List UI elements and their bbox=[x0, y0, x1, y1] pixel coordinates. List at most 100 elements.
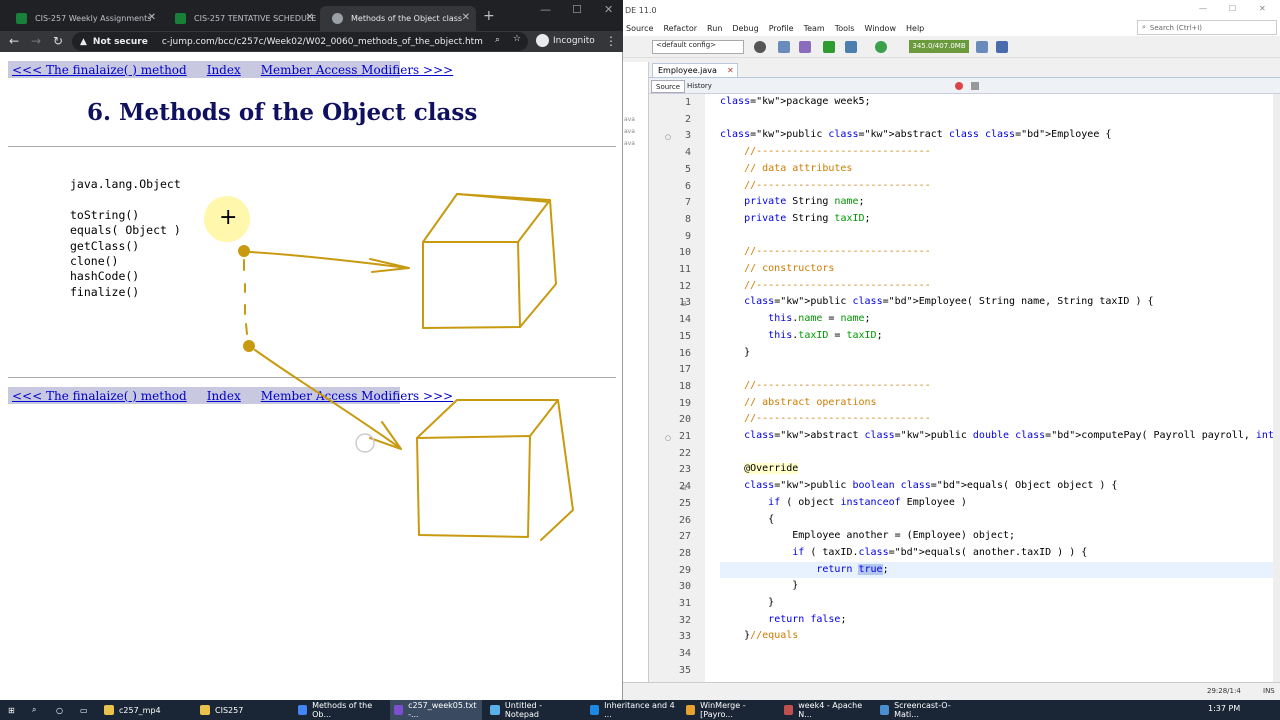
editor-file-tab[interactable]: Employee.java ✕ bbox=[652, 63, 738, 77]
code-line[interactable]: this.name = name; bbox=[720, 311, 870, 328]
record-macro-icon[interactable] bbox=[955, 82, 963, 90]
taskbar-app-button[interactable]: WinMerge - [Payro... bbox=[682, 700, 774, 720]
project-item[interactable]: ava bbox=[624, 140, 635, 147]
taskbar-app-button[interactable]: Methods of the Ob... bbox=[294, 700, 386, 720]
code-line[interactable]: //----------------------------- bbox=[720, 178, 931, 195]
code-line[interactable]: class="kw">package week5; bbox=[720, 94, 871, 111]
fold-icon[interactable]: ⊟ bbox=[681, 300, 689, 308]
forward-arrow-icon[interactable]: → bbox=[31, 34, 41, 48]
fold-icon[interactable]: ⊟ bbox=[681, 484, 689, 492]
menu-item-profile[interactable]: Profile bbox=[769, 24, 794, 33]
code-line[interactable]: class="kw">public class="kw">abstract cl… bbox=[720, 127, 1111, 144]
code-line[interactable]: //----------------------------- bbox=[720, 144, 931, 161]
taskbar-app-button[interactable]: Screencast-O-Mati... bbox=[876, 700, 968, 720]
code-line[interactable]: }//equals bbox=[720, 628, 798, 645]
address-bar[interactable]: ▲ Not secure c-jump.com/bcc/c257c/Week02… bbox=[72, 32, 528, 51]
taskbar-app-button[interactable]: CIS257 bbox=[196, 700, 288, 720]
override-marker-icon[interactable]: ○ bbox=[665, 133, 673, 141]
taskbar-app-button[interactable]: c257_mp4 bbox=[100, 700, 192, 720]
tab-methods-object-class[interactable]: Methods of the Object class ✕ bbox=[320, 6, 476, 31]
tab-weekly-assignments[interactable]: CIS-257 Weekly Assignments ✕ bbox=[4, 6, 162, 31]
menu-item-refactor[interactable]: Refactor bbox=[663, 24, 697, 33]
taskbar-app-button[interactable]: Inheritance and 4 ... bbox=[586, 700, 678, 720]
code-line[interactable]: //----------------------------- bbox=[720, 411, 931, 428]
code-line[interactable]: class="kw">abstract class="kw">public do… bbox=[720, 428, 1273, 445]
back-arrow-icon[interactable]: ← bbox=[9, 34, 19, 48]
build-icon[interactable] bbox=[778, 41, 790, 53]
run-icon[interactable] bbox=[823, 41, 835, 53]
close-tab-icon[interactable]: ✕ bbox=[462, 12, 470, 23]
ide-search-input[interactable]: ⌕ Search (Ctrl+I) bbox=[1137, 20, 1277, 35]
gc-icon[interactable] bbox=[976, 41, 988, 53]
taskbar-app-button[interactable]: Untitled - Notepad bbox=[486, 700, 578, 720]
debug-icon[interactable] bbox=[845, 41, 857, 53]
zoom-icon[interactable]: ⌕ bbox=[495, 35, 500, 45]
editor-scrollbar[interactable] bbox=[1273, 94, 1280, 682]
project-icon[interactable] bbox=[754, 41, 766, 53]
code-line[interactable]: // data attributes bbox=[720, 161, 852, 178]
search-icon[interactable]: ⌕ bbox=[28, 700, 48, 720]
code-line[interactable]: if ( object instanceof Employee ) bbox=[720, 495, 967, 512]
config-select[interactable]: <default config> bbox=[652, 40, 744, 54]
code-line[interactable]: // constructors bbox=[720, 261, 834, 278]
stop-macro-icon[interactable] bbox=[971, 82, 979, 90]
maximize-icon[interactable]: ☐ bbox=[572, 3, 582, 16]
menu-item-team[interactable]: Team bbox=[804, 24, 825, 33]
menu-item-run[interactable]: Run bbox=[707, 24, 722, 33]
tab-source[interactable]: Source bbox=[651, 80, 686, 93]
code-line[interactable]: class="kw">public class="bd">Employee( S… bbox=[720, 294, 1153, 311]
star-icon[interactable]: ☆ bbox=[513, 34, 521, 44]
code-line[interactable]: } bbox=[720, 595, 774, 612]
project-item[interactable]: ava bbox=[624, 116, 635, 123]
task-view-icon[interactable]: ○ bbox=[52, 700, 72, 720]
code-line[interactable]: if ( taxID.class="bd">equals( another.ta… bbox=[720, 545, 1087, 562]
screen-icon[interactable] bbox=[996, 41, 1008, 53]
code-line[interactable]: this.taxID = taxID; bbox=[720, 328, 882, 345]
tab-history[interactable]: History bbox=[683, 80, 716, 93]
taskbar-app-label: CIS257 bbox=[215, 705, 244, 715]
menu-item-help[interactable]: Help bbox=[906, 24, 924, 33]
maximize-icon[interactable]: ☐ bbox=[1229, 4, 1236, 13]
start-windows-icon[interactable]: ⊞ bbox=[4, 700, 28, 720]
override-marker-icon[interactable]: ○ bbox=[665, 434, 673, 442]
code-line[interactable]: //----------------------------- bbox=[720, 244, 931, 261]
menu-item-tools[interactable]: Tools bbox=[835, 24, 855, 33]
code-line[interactable]: Employee another = (Employee) object; bbox=[720, 528, 1015, 545]
memory-indicator[interactable]: 345.0/407.0MB bbox=[909, 40, 969, 53]
code-line[interactable]: } bbox=[720, 345, 750, 362]
profile-icon[interactable] bbox=[875, 41, 887, 53]
code-editor[interactable]: class="kw">package week5; class="kw">publ… bbox=[705, 94, 1273, 682]
code-line[interactable]: } bbox=[720, 578, 798, 595]
new-tab-icon[interactable]: + bbox=[483, 8, 495, 24]
minimize-icon[interactable]: — bbox=[540, 3, 551, 16]
reload-icon[interactable]: ↻ bbox=[53, 34, 63, 48]
close-window-icon[interactable]: ✕ bbox=[1259, 4, 1266, 13]
menu-item-source[interactable]: Source bbox=[626, 24, 653, 33]
tab-tentative-schedule[interactable]: CIS-257 TENTATIVE SCHEDULE ✕ bbox=[163, 6, 320, 31]
code-line[interactable]: //----------------------------- bbox=[720, 378, 931, 395]
menu-item-debug[interactable]: Debug bbox=[732, 24, 758, 33]
code-line[interactable]: class="kw">public boolean class="bd">equ… bbox=[720, 478, 1117, 495]
code-line[interactable]: return true; bbox=[720, 561, 1273, 579]
line-number: 7 bbox=[684, 197, 691, 209]
taskbar-app-button[interactable]: c257_week05.txt -... bbox=[390, 700, 482, 720]
taskbar-app-button[interactable]: week4 - Apache N... bbox=[780, 700, 872, 720]
project-item[interactable]: ava bbox=[624, 128, 635, 135]
code-line[interactable]: return false; bbox=[720, 612, 846, 629]
task-manager-icon[interactable]: ▭ bbox=[76, 700, 96, 720]
code-line[interactable]: private String taxID; bbox=[720, 211, 870, 228]
menu-item-window[interactable]: Window bbox=[864, 24, 896, 33]
code-line[interactable]: @Override bbox=[720, 461, 799, 478]
code-line[interactable]: //----------------------------- bbox=[720, 278, 931, 295]
code-line[interactable]: { bbox=[720, 512, 774, 529]
close-tab-icon[interactable]: ✕ bbox=[727, 66, 734, 75]
incognito-indicator[interactable]: Incognito bbox=[536, 34, 595, 47]
close-tab-icon[interactable]: ✕ bbox=[148, 12, 156, 23]
close-tab-icon[interactable]: ✕ bbox=[306, 12, 314, 23]
menu-dots-icon[interactable]: ⋮ bbox=[605, 34, 617, 48]
minimize-icon[interactable]: — bbox=[1199, 4, 1207, 13]
code-line[interactable]: private String name; bbox=[720, 194, 864, 211]
clean-build-icon[interactable] bbox=[799, 41, 811, 53]
close-window-icon[interactable]: ✕ bbox=[604, 3, 613, 16]
code-line[interactable]: // abstract operations bbox=[720, 395, 876, 412]
